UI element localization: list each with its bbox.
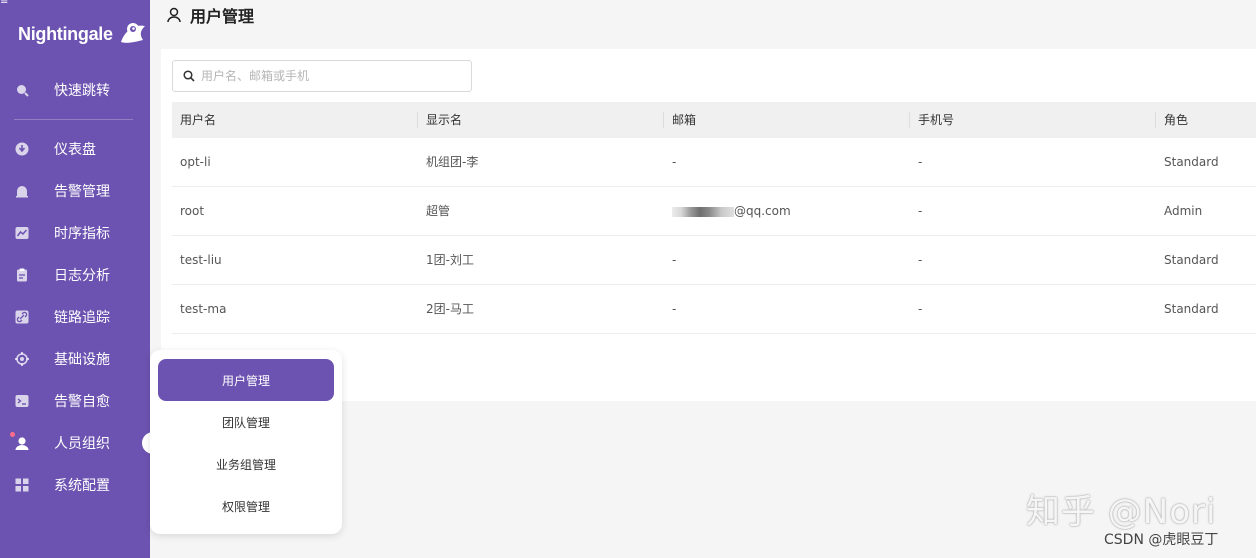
sidebar-item-self-healing[interactable]: 告警自愈 (0, 383, 150, 419)
sidebar-item-system-config[interactable]: 系统配置 (0, 467, 150, 503)
redacted-email-prefix (672, 206, 734, 217)
sidebar-item-metrics[interactable]: 时序指标 (0, 215, 150, 251)
sidebar-divider (14, 119, 133, 120)
sidebar: ≡ Nightingale 快速跳转 仪表盘 告警管理 时序指标 日志分析 链路… (0, 0, 150, 558)
cell-display-name: 超管 (426, 204, 451, 218)
submenu-item-team-management[interactable]: 团队管理 (158, 401, 334, 443)
user-table: 用户名 显示名 邮箱 手机号 角色 opt-li 机组团-李 - - Stand… (172, 102, 1256, 334)
cell-phone: - (918, 253, 923, 267)
sidebar-item-alarm[interactable]: 告警管理 (0, 173, 150, 209)
cell-email: - (672, 253, 677, 267)
sidebar-item-logs[interactable]: 日志分析 (0, 257, 150, 293)
sidebar-item-tracing[interactable]: 链路追踪 (0, 299, 150, 335)
sidebar-item-label: 基础设施 (54, 352, 110, 368)
page-title: 用户管理 (190, 7, 255, 26)
search-icon (15, 83, 29, 97)
sidebar-item-label: 人员组织 (54, 436, 110, 452)
cell-email: - (672, 155, 677, 169)
alarm-bell-icon (15, 184, 29, 198)
column-header-email[interactable]: 邮箱 (672, 102, 696, 138)
cell-email: @qq.com (672, 187, 791, 236)
sidebar-item-label: 链路追踪 (54, 310, 110, 326)
submenu-item-user-management[interactable]: 用户管理 (158, 359, 334, 401)
submenu-item-permission-management[interactable]: 权限管理 (158, 485, 334, 527)
cell-username: opt-li (180, 155, 211, 169)
cell-username: root (180, 204, 205, 218)
table-header: 用户名 显示名 邮箱 手机号 角色 (172, 102, 1256, 138)
grid-icon (15, 478, 29, 492)
user-icon (15, 436, 29, 450)
cell-role: Standard (1164, 302, 1219, 316)
submenu-item-business-group-management[interactable]: 业务组管理 (158, 443, 334, 485)
column-header-display-name[interactable]: 显示名 (426, 102, 462, 138)
target-icon (15, 352, 29, 366)
logo[interactable]: Nightingale (18, 20, 149, 48)
sidebar-item-dashboard[interactable]: 仪表盘 (0, 131, 150, 167)
cell-role: Admin (1164, 204, 1203, 218)
cell-phone: - (918, 302, 923, 316)
terminal-icon (15, 394, 29, 408)
search-icon (183, 70, 195, 82)
cell-display-name: 2团-马工 (426, 302, 474, 316)
column-divider (663, 112, 664, 128)
cell-email-domain: @qq.com (734, 204, 791, 218)
cell-phone: - (918, 204, 923, 218)
sidebar-item-label: 告警管理 (54, 184, 110, 200)
page-header: 用户管理 (166, 4, 254, 26)
table-row[interactable]: opt-li 机组团-李 - - Standard (172, 138, 1256, 187)
people-submenu: 用户管理 团队管理 业务组管理 权限管理 (150, 350, 342, 534)
cell-phone: - (918, 155, 923, 169)
clipboard-icon (15, 268, 29, 282)
cell-role: Standard (1164, 253, 1219, 267)
column-header-role[interactable]: 角色 (1164, 102, 1188, 138)
sidebar-item-label: 告警自愈 (54, 394, 110, 410)
cell-role: Standard (1164, 155, 1219, 169)
zhihu-watermark: 知乎 @Nori (1026, 492, 1217, 532)
column-header-phone[interactable]: 手机号 (918, 102, 954, 138)
logo-text: Nightingale (18, 23, 113, 44)
bird-logo-icon (120, 23, 145, 43)
search-box[interactable] (172, 60, 472, 92)
sidebar-item-label: 时序指标 (54, 226, 110, 242)
table-row[interactable]: test-liu 1团-刘工 - - Standard (172, 236, 1256, 285)
cell-email: - (672, 302, 677, 316)
table-row[interactable]: test-ma 2团-马工 - - Standard (172, 285, 1256, 334)
csdn-watermark: CSDN @虎眼豆丁 (1104, 532, 1219, 548)
sidebar-item-label: 系统配置 (54, 478, 110, 494)
sidebar-item-label: 快速跳转 (54, 83, 110, 99)
user-outline-icon (167, 7, 181, 23)
column-divider (417, 112, 418, 128)
column-divider (909, 112, 910, 128)
user-list-card: 用户名 显示名 邮箱 手机号 角色 opt-li 机组团-李 - - Stand… (161, 49, 1256, 401)
sidebar-item-infrastructure[interactable]: 基础设施 (0, 341, 150, 377)
menu-toggle-icon[interactable]: ≡ (0, 0, 8, 7)
cell-display-name: 机组团-李 (426, 155, 479, 169)
line-chart-icon (15, 226, 29, 240)
dashboard-icon (15, 142, 29, 156)
column-header-username[interactable]: 用户名 (180, 102, 216, 138)
cell-username: test-ma (180, 302, 227, 316)
column-divider (1155, 112, 1156, 128)
cell-username: test-liu (180, 253, 222, 267)
search-input[interactable] (201, 69, 461, 83)
link-icon (15, 310, 29, 324)
table-row[interactable]: root 超管 @qq.com - Admin (172, 187, 1256, 236)
cell-display-name: 1团-刘工 (426, 253, 474, 267)
sidebar-item-quick-jump[interactable]: 快速跳转 (0, 72, 150, 108)
sidebar-item-people[interactable]: 人员组织 (0, 425, 150, 461)
sidebar-item-label: 日志分析 (54, 268, 110, 284)
sidebar-item-label: 仪表盘 (54, 142, 96, 158)
